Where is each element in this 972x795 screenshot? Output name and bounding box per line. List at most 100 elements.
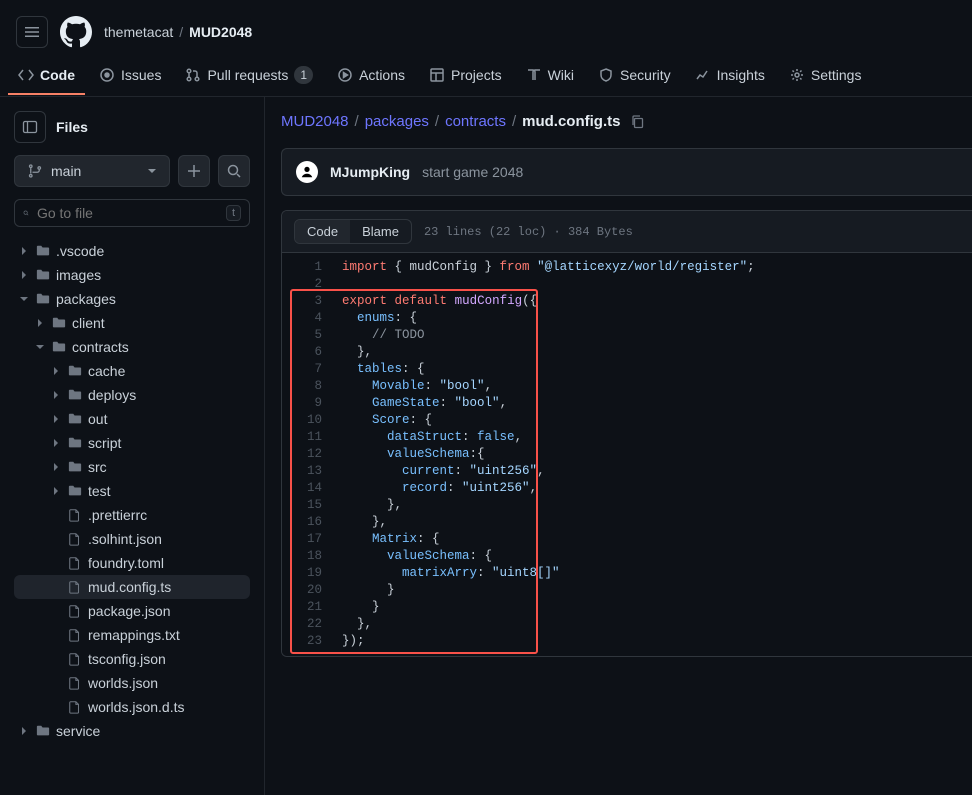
tab-pull-requests[interactable]: Pull requests1 (175, 56, 323, 96)
shield-icon (598, 67, 614, 83)
branch-name: main (51, 163, 81, 179)
latest-commit[interactable]: MJumpKing start game 2048 (281, 148, 972, 196)
sidebar-title: Files (56, 119, 88, 135)
add-file-button[interactable] (178, 155, 210, 187)
folder-images[interactable]: images (14, 263, 250, 287)
folder-icon (68, 484, 82, 498)
graph-icon (695, 67, 711, 83)
tab-insights[interactable]: Insights (685, 57, 775, 95)
crumb-root[interactable]: MUD2048 (281, 113, 349, 130)
branch-selector[interactable]: main (14, 155, 170, 187)
github-logo[interactable] (60, 16, 92, 48)
tab-actions[interactable]: Actions (327, 57, 415, 95)
tab-security[interactable]: Security (588, 57, 681, 95)
chevron-icon (18, 246, 30, 256)
book-icon (526, 67, 542, 83)
folder-script[interactable]: script (14, 431, 250, 455)
tab-code[interactable]: Code (8, 57, 85, 95)
chevron-icon (50, 414, 62, 424)
folder-src[interactable]: src (14, 455, 250, 479)
chevron-icon (18, 726, 30, 736)
code-blame-toggle: Code Blame (294, 219, 412, 244)
caret-down-icon (147, 166, 157, 176)
chevron-icon (50, 366, 62, 376)
file-icon (68, 556, 82, 570)
folder-icon (68, 388, 82, 402)
code-tab[interactable]: Code (295, 220, 350, 243)
repo-link[interactable]: MUD2048 (189, 24, 252, 40)
folder-icon (36, 244, 50, 258)
file-worlds-json-d-ts[interactable]: worlds.json.d.ts (14, 695, 250, 719)
branch-icon (27, 163, 43, 179)
file-icon (68, 628, 82, 642)
folder-icon (68, 436, 82, 450)
chevron-icon (50, 462, 62, 472)
tab-projects[interactable]: Projects (419, 57, 512, 95)
search-icon (23, 206, 29, 220)
file-mud-config-ts[interactable]: mud.config.ts (14, 575, 250, 599)
tab-settings[interactable]: Settings (779, 57, 872, 95)
crumb-level-2[interactable]: contracts (445, 113, 506, 130)
folder-client[interactable]: client (14, 311, 250, 335)
chevron-icon (50, 390, 62, 400)
sidebar-icon (22, 119, 38, 135)
folder-cache[interactable]: cache (14, 359, 250, 383)
plus-icon (186, 163, 202, 179)
avatar (296, 161, 318, 183)
hamburger-icon (24, 24, 40, 40)
chevron-icon (34, 342, 46, 352)
repo-breadcrumb: themetacat / MUD2048 (104, 24, 252, 40)
collapse-sidebar-button[interactable] (14, 111, 46, 143)
project-icon (429, 67, 445, 83)
play-icon (337, 67, 353, 83)
folder-service[interactable]: service (14, 719, 250, 743)
search-icon (226, 163, 242, 179)
file-search[interactable]: t (14, 199, 250, 227)
chevron-icon (50, 486, 62, 496)
folder-icon (36, 268, 50, 282)
file-worlds-json[interactable]: worlds.json (14, 671, 250, 695)
folder-test[interactable]: test (14, 479, 250, 503)
file-icon (68, 508, 82, 522)
chevron-icon (34, 318, 46, 328)
commit-author[interactable]: MJumpKing (330, 164, 410, 180)
tab-issues[interactable]: Issues (89, 57, 171, 95)
folder-deploys[interactable]: deploys (14, 383, 250, 407)
copy-path-button[interactable] (630, 114, 646, 130)
copy-icon (630, 114, 646, 130)
file-info: 23 lines (22 loc) · 384 Bytes (424, 225, 633, 239)
file-package-json[interactable]: package.json (14, 599, 250, 623)
file-remappings-txt[interactable]: remappings.txt (14, 623, 250, 647)
owner-link[interactable]: themetacat (104, 24, 173, 40)
file-icon (68, 676, 82, 690)
file-icon (68, 580, 82, 594)
file-search-input[interactable] (37, 205, 218, 221)
folder--vscode[interactable]: .vscode (14, 239, 250, 263)
folder-icon (52, 340, 66, 354)
chevron-icon (18, 294, 30, 304)
code-lines[interactable]: import { mudConfig } from "@latticexyz/w… (330, 253, 972, 656)
folder-icon (36, 724, 50, 738)
folder-icon (36, 292, 50, 306)
kbd-hint: t (226, 205, 241, 221)
file--prettierrc[interactable]: .prettierrc (14, 503, 250, 527)
file-foundry-toml[interactable]: foundry.toml (14, 551, 250, 575)
folder-out[interactable]: out (14, 407, 250, 431)
crumb-level-1[interactable]: packages (365, 113, 429, 130)
folder-icon (52, 316, 66, 330)
crumb-file: mud.config.ts (522, 113, 620, 130)
commit-message[interactable]: start game 2048 (422, 164, 523, 180)
file--solhint-json[interactable]: .solhint.json (14, 527, 250, 551)
tab-wiki[interactable]: Wiki (516, 57, 584, 95)
hamburger-menu[interactable] (16, 16, 48, 48)
code-icon (18, 67, 34, 83)
folder-contracts[interactable]: contracts (14, 335, 250, 359)
blame-tab[interactable]: Blame (350, 220, 411, 243)
folder-packages[interactable]: packages (14, 287, 250, 311)
line-gutter: 1234567891011121314151617181920212223 (282, 253, 330, 656)
pr-icon (185, 67, 201, 83)
file-tsconfig-json[interactable]: tsconfig.json (14, 647, 250, 671)
search-files-button[interactable] (218, 155, 250, 187)
file-tree: .vscodeimagespackagesclientcontractscach… (14, 239, 250, 781)
folder-icon (68, 364, 82, 378)
